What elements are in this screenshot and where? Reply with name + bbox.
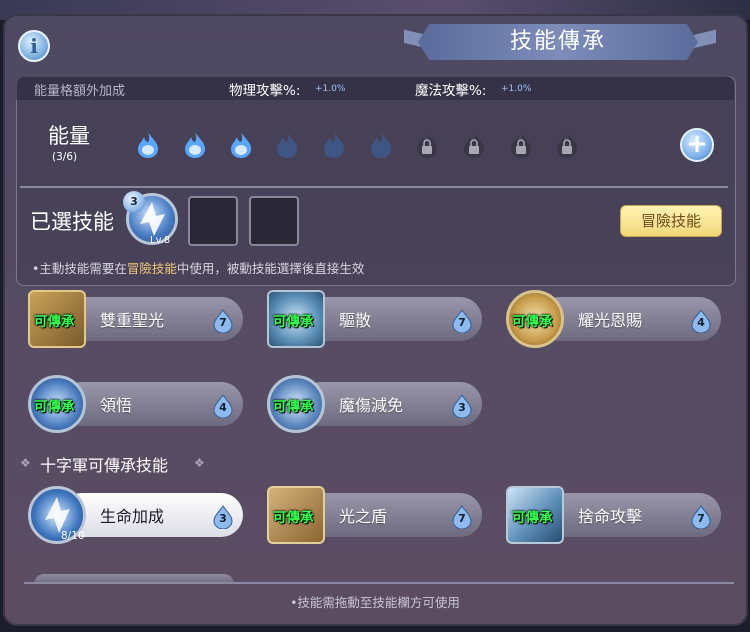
energy-cost: 7 bbox=[219, 316, 227, 329]
energy-cost: 4 bbox=[697, 316, 705, 329]
energy-count: (3/6) bbox=[52, 151, 78, 163]
add-energy-button[interactable]: + bbox=[680, 128, 714, 162]
empty-skill-slot[interactable] bbox=[188, 196, 238, 246]
skill-name: 雙重聖光 bbox=[100, 311, 165, 330]
energy-flame-empty-icon bbox=[324, 132, 345, 158]
energy-cost: 3 bbox=[219, 512, 227, 525]
energy-cost: 3 bbox=[458, 401, 466, 414]
selected-skills-label: 已選技能 bbox=[30, 210, 114, 234]
skill-name: 魔傷減免 bbox=[339, 396, 404, 415]
bonus-label: 能量格額外加成 bbox=[34, 84, 126, 99]
page-title: 技能傳承 bbox=[509, 29, 606, 54]
adventure-skill-button[interactable]: 冒險技能 bbox=[620, 205, 722, 237]
energy-locked-icon bbox=[417, 133, 438, 158]
energy-cost: 7 bbox=[458, 316, 466, 329]
skill-progress: 8/10 bbox=[61, 530, 85, 542]
inherit-tag: 可傳承 bbox=[34, 399, 75, 415]
energy-label: 能量 bbox=[48, 124, 90, 148]
active-skill-note: •主動技能需要在冒險技能中使用，被動技能選擇後直接生效 bbox=[32, 261, 365, 276]
skill-name: 耀光恩賜 bbox=[578, 311, 643, 330]
inherit-tag: 可傳承 bbox=[273, 314, 314, 330]
empty-skill-slot[interactable] bbox=[249, 196, 299, 246]
magic-attack-value: +1.0% bbox=[501, 84, 532, 94]
physical-attack-value: +1.0% bbox=[315, 84, 346, 94]
note-highlight: 冒險技能 bbox=[126, 261, 177, 276]
skill-name: 生命加成 bbox=[100, 507, 165, 526]
inherit-tag: 可傳承 bbox=[273, 399, 314, 415]
inherit-tag: 可傳承 bbox=[34, 314, 75, 330]
energy-cost: 4 bbox=[219, 401, 227, 414]
inherit-tag: 可傳承 bbox=[273, 510, 314, 526]
energy-locked-icon bbox=[511, 133, 532, 158]
energy-locked-icon bbox=[557, 133, 578, 158]
divider bbox=[24, 582, 734, 584]
energy-flame-icon bbox=[185, 132, 206, 158]
energy-flame-empty-icon bbox=[371, 132, 392, 158]
skill-name: 光之盾 bbox=[339, 507, 388, 526]
energy-flame-empty-icon bbox=[277, 132, 298, 158]
selected-skill-cost-badge: 3 bbox=[123, 191, 145, 213]
diamond-icon: ❖ bbox=[20, 456, 31, 470]
physical-attack-label: 物理攻擊%: bbox=[229, 83, 301, 99]
energy-flame-icon bbox=[138, 132, 159, 158]
inherit-tag: 可傳承 bbox=[512, 510, 553, 526]
inherit-tag: 可傳承 bbox=[512, 314, 553, 330]
skill-name: 驅散 bbox=[339, 311, 372, 330]
divider bbox=[20, 186, 728, 188]
energy-box bbox=[16, 76, 736, 286]
drag-hint: •技能需拖動至技能欄方可使用 bbox=[290, 595, 460, 610]
magic-attack-label: 魔法攻擊%: bbox=[415, 83, 487, 99]
skill-name: 領悟 bbox=[100, 396, 133, 415]
crusader-section-title: 十字軍可傳承技能 bbox=[40, 456, 169, 475]
info-icon[interactable]: i bbox=[18, 30, 50, 62]
selected-skill-level: Lv.8 bbox=[150, 235, 171, 246]
energy-flame-icon bbox=[231, 132, 252, 158]
diamond-icon: ❖ bbox=[194, 456, 205, 470]
skill-name: 捨命攻擊 bbox=[578, 507, 643, 526]
energy-locked-icon bbox=[464, 133, 485, 158]
energy-cost: 7 bbox=[458, 512, 466, 525]
energy-cost: 7 bbox=[697, 512, 705, 525]
